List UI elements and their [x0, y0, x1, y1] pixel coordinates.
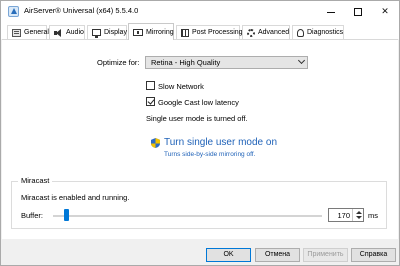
buffer-label: Buffer: — [21, 211, 43, 220]
spin-down-icon[interactable] — [356, 216, 362, 219]
buffer-spinbox[interactable]: 170 — [328, 208, 364, 222]
optimize-for-select[interactable]: Retina - High Quality — [145, 56, 308, 69]
tab-label: Advanced — [258, 29, 290, 36]
gear-icon — [247, 28, 255, 37]
optimize-for-label: Optimize for: — [97, 58, 140, 67]
maximize-button[interactable] — [344, 1, 372, 22]
turn-single-user-mode-on-subtext: Turns side-by-side mirroring off. — [164, 151, 256, 158]
uac-shield-icon — [151, 138, 160, 148]
turn-single-user-mode-on-link[interactable]: Turn single user mode on — [164, 137, 277, 148]
title-bar[interactable]: AirServer® Universal (x64) 5.5.4.0 ✕ — [1, 1, 399, 22]
mirroring-icon — [133, 28, 143, 36]
tab-label: Mirroring — [146, 28, 174, 36]
buffer-unit: ms — [368, 211, 378, 220]
apply-button[interactable]: Применить — [303, 248, 348, 262]
slow-network-label: Slow Network — [158, 82, 204, 91]
spin-up-icon[interactable] — [356, 211, 362, 214]
minimize-button[interactable] — [317, 1, 345, 22]
settings-page-icon — [12, 28, 21, 37]
airserver-app-icon — [8, 6, 19, 17]
tab-label: Audio — [66, 29, 84, 36]
diagnostics-icon — [297, 28, 304, 37]
miracast-group-title: Miracast — [18, 176, 53, 185]
close-icon: ✕ — [381, 6, 389, 17]
tab-label: Post Processing — [192, 29, 243, 36]
tab-audio[interactable]: Audio — [49, 25, 85, 39]
help-button[interactable]: Справка — [351, 248, 396, 262]
slow-network-checkbox[interactable] — [146, 81, 155, 90]
tab-mirroring[interactable]: Mirroring — [128, 23, 174, 40]
single-user-status: Single user mode is turned off. — [146, 114, 248, 123]
minimize-icon — [327, 12, 335, 13]
optimize-for-value: Retina - High Quality — [151, 58, 221, 67]
buffer-value: 170 — [337, 211, 350, 220]
miracast-status: Miracast is enabled and running. — [21, 193, 130, 202]
tab-strip: General Audio Display Mirroring Post Pro… — [1, 22, 399, 40]
airserver-window: AirServer® Universal (x64) 5.5.4.0 ✕ Gen… — [0, 0, 400, 266]
tab-general[interactable]: General — [7, 25, 49, 39]
post-processing-icon — [181, 28, 189, 37]
google-cast-low-latency-label: Google Cast low latency — [158, 98, 239, 107]
google-cast-low-latency-checkbox[interactable] — [146, 97, 155, 106]
chevron-down-icon — [297, 56, 306, 65]
tab-label: General — [24, 29, 49, 36]
cancel-button[interactable]: Отмена — [255, 248, 300, 262]
maximize-icon — [354, 7, 362, 16]
close-button[interactable]: ✕ — [371, 1, 399, 22]
ok-button[interactable]: OK — [206, 248, 251, 262]
window-title: AirServer® Universal (x64) 5.5.4.0 — [24, 6, 139, 15]
tab-label: Display — [104, 29, 127, 36]
buffer-slider-track[interactable] — [53, 215, 322, 217]
tab-diagnostics[interactable]: Diagnostics — [292, 25, 344, 39]
tab-display[interactable]: Display — [87, 25, 127, 39]
buffer-spin-buttons — [352, 209, 363, 221]
tab-label: Diagnostics — [307, 29, 344, 36]
tab-post-processing[interactable]: Post Processing — [176, 25, 243, 39]
speaker-icon — [54, 28, 63, 37]
monitor-icon — [92, 29, 101, 38]
tab-advanced[interactable]: Advanced — [242, 25, 290, 39]
buffer-slider-thumb[interactable] — [64, 209, 69, 221]
